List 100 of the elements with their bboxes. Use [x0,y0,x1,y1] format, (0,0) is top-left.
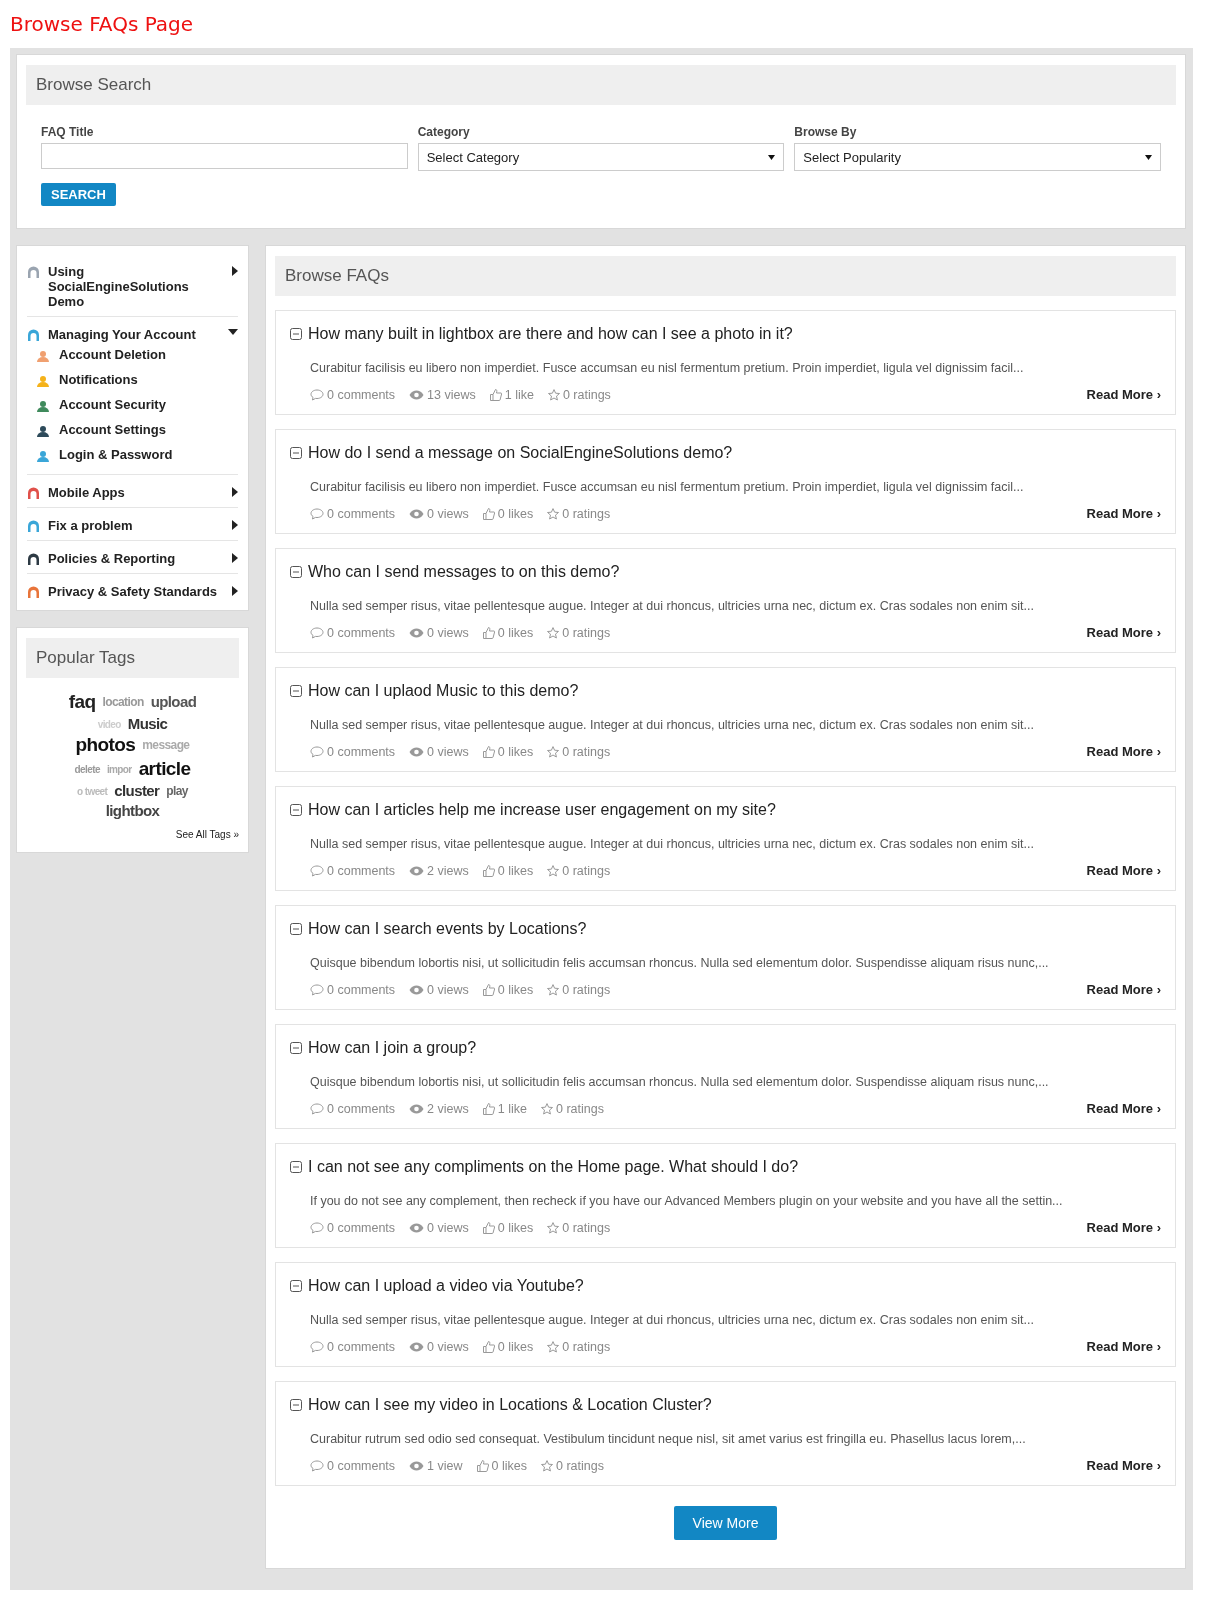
faq-title[interactable]: How can I search events by Locations? [308,920,587,938]
faq-excerpt: Nulla sed semper risus, vitae pellentesque augue. Integer at dui rhoncus, ultricies urna nec, dictum ex. Cras sodales non enim sit... [310,718,1035,732]
thumbs-up-icon [482,626,495,639]
category-item[interactable]: Managing Your Account [48,327,220,342]
faq-title[interactable]: I can not see any compliments on the Home page. What should I do? [308,1158,799,1176]
collapse-icon[interactable] [290,804,302,816]
thumbs-up-icon [482,745,495,758]
view-more-button[interactable]: View More [673,1506,778,1540]
faq-title[interactable]: Who can I send messages to on this demo? [308,563,620,581]
read-more-link[interactable]: Read More › [1086,1220,1161,1235]
comments-count: 0 comments [327,744,396,759]
select-field[interactable]: Select Popularity [794,143,1161,171]
read-more-link[interactable]: Read More › [1086,863,1161,878]
comments-count: 0 comments [327,387,396,402]
caret-right-icon[interactable] [232,520,238,530]
ratings-count: 0 ratings [562,982,611,997]
subcategory-item[interactable]: Login & Password [59,447,173,462]
subcategory-item[interactable]: Account Deletion [59,347,166,362]
faq-title[interactable]: How many built in lightbox are there and how can I see a photo in it? [308,325,793,343]
comment-icon [310,1340,324,1353]
eye-icon [409,627,425,638]
category-item[interactable]: Fix a problem [48,518,224,533]
read-more-link[interactable]: Read More › [1086,1339,1161,1354]
faq-title[interactable]: How can I uplaod Music to this demo? [308,682,579,700]
views-count: 0 views [427,1339,469,1354]
faq-title[interactable]: How can I upload a video via Youtube? [308,1277,584,1295]
search-button[interactable]: SEARCH [41,183,116,206]
tag-link[interactable]: lightbox [105,802,160,820]
thumbs-up-icon [489,388,502,401]
caret-right-icon[interactable] [232,553,238,563]
see-all-tags-link[interactable]: See All Tags » [26,829,239,841]
eye-icon [409,1341,425,1352]
caret-down-icon[interactable] [228,329,238,335]
caret-right-icon[interactable] [232,487,238,497]
faq-title[interactable]: How can I articles help me increase user engagement on my site? [308,801,776,819]
dropdown-icon [768,154,776,160]
comments-count: 0 comments [327,625,396,640]
subcategory-item[interactable]: Notifications [59,372,138,387]
collapse-icon[interactable] [290,1280,302,1292]
tag-link[interactable]: faq [68,692,96,713]
collapse-icon[interactable] [290,328,302,340]
ratings-count: 0 ratings [562,863,611,878]
faq-excerpt: If you do not see any complement, then recheck if you have our Advanced Members plugin on your website and you have all the settin... [310,1194,1064,1208]
read-more-link[interactable]: Read More › [1086,387,1161,402]
ratings-count: 0 ratings [562,1339,611,1354]
category-item[interactable]: Privacy & Safety Standards [48,584,224,599]
category-item[interactable]: Mobile Apps [48,485,224,500]
field-label: Category [417,125,471,139]
read-more-link[interactable]: Read More › [1086,625,1161,640]
star-icon [547,626,560,639]
collapse-icon[interactable] [290,1042,302,1054]
read-more-link[interactable]: Read More › [1086,982,1161,997]
caret-right-icon[interactable] [232,586,238,596]
star-icon [547,745,560,758]
select-field[interactable]: Select Category [417,143,785,171]
collapse-icon[interactable] [290,1161,302,1173]
input-field[interactable] [41,143,408,169]
faq-excerpt: Curabitur facilisis eu libero non imperdiet. Fusce accumsan eu nisl fermentum pretium. Proin imperdiet, ligula vel dignissim facil... [310,480,1025,494]
read-more-link[interactable]: Read More › [1086,1458,1161,1473]
read-more-link[interactable]: Read More › [1086,744,1161,759]
thumbs-up-icon [482,507,495,520]
comment-icon [310,1221,324,1234]
faq-excerpt: Nulla sed semper risus, vitae pellentesque augue. Integer at dui rhoncus, ultricies urna nec, dictum ex. Cras sodales non enim sit... [310,1313,1035,1327]
thumbs-up-icon [476,1459,489,1472]
subcategory-item[interactable]: Account Security [59,397,166,412]
ratings-count: 0 ratings [555,1458,604,1473]
faq-title[interactable]: How can I join a group? [308,1039,477,1057]
collapse-icon[interactable] [290,566,302,578]
eye-icon [409,984,425,995]
tag-link[interactable]: play [166,784,188,798]
thumbs-up-icon [482,983,495,996]
star-icon [540,1459,553,1472]
collapse-icon[interactable] [290,1399,302,1411]
tag-link[interactable]: article [138,759,191,781]
caret-right-icon[interactable] [232,266,238,276]
comment-icon [310,626,324,639]
category-item[interactable]: Policies & Reporting [48,551,224,566]
ratings-count: 0 ratings [562,1220,611,1235]
likes-count: 0 likes [491,1458,527,1473]
collapse-icon[interactable] [290,923,302,935]
panel-heading: Browse FAQs [275,256,1176,296]
faq-title[interactable]: How can I see my video in Locations & Location Cluster? [308,1396,712,1414]
comment-icon [310,983,324,996]
comments-count: 0 comments [327,506,396,521]
eye-icon [409,1103,425,1114]
collapse-icon[interactable] [290,447,302,459]
likes-count: 0 likes [497,506,534,521]
tag-link[interactable]: photos [75,735,136,757]
faq-title[interactable]: How do I send a message on SocialEngineSolutions demo? [308,444,733,462]
views-count: 0 views [427,1220,469,1235]
faq-excerpt: Nulla sed semper risus, vitae pellentesque augue. Integer at dui rhoncus, ultricies urna nec, dictum ex. Cras sodales non enim sit... [310,599,1035,613]
tag-link[interactable]: cluster [114,783,160,800]
views-count: 0 views [427,744,469,759]
collapse-icon[interactable] [290,685,302,697]
read-more-link[interactable]: Read More › [1086,506,1161,521]
tag-link[interactable]: Music [127,715,168,733]
subcategory-item[interactable]: Account Settings [59,422,166,437]
tag-link[interactable]: upload [150,694,197,711]
read-more-link[interactable]: Read More › [1086,1101,1161,1116]
category-item[interactable]: Using SocialEngineSolutions Demo [48,264,224,309]
